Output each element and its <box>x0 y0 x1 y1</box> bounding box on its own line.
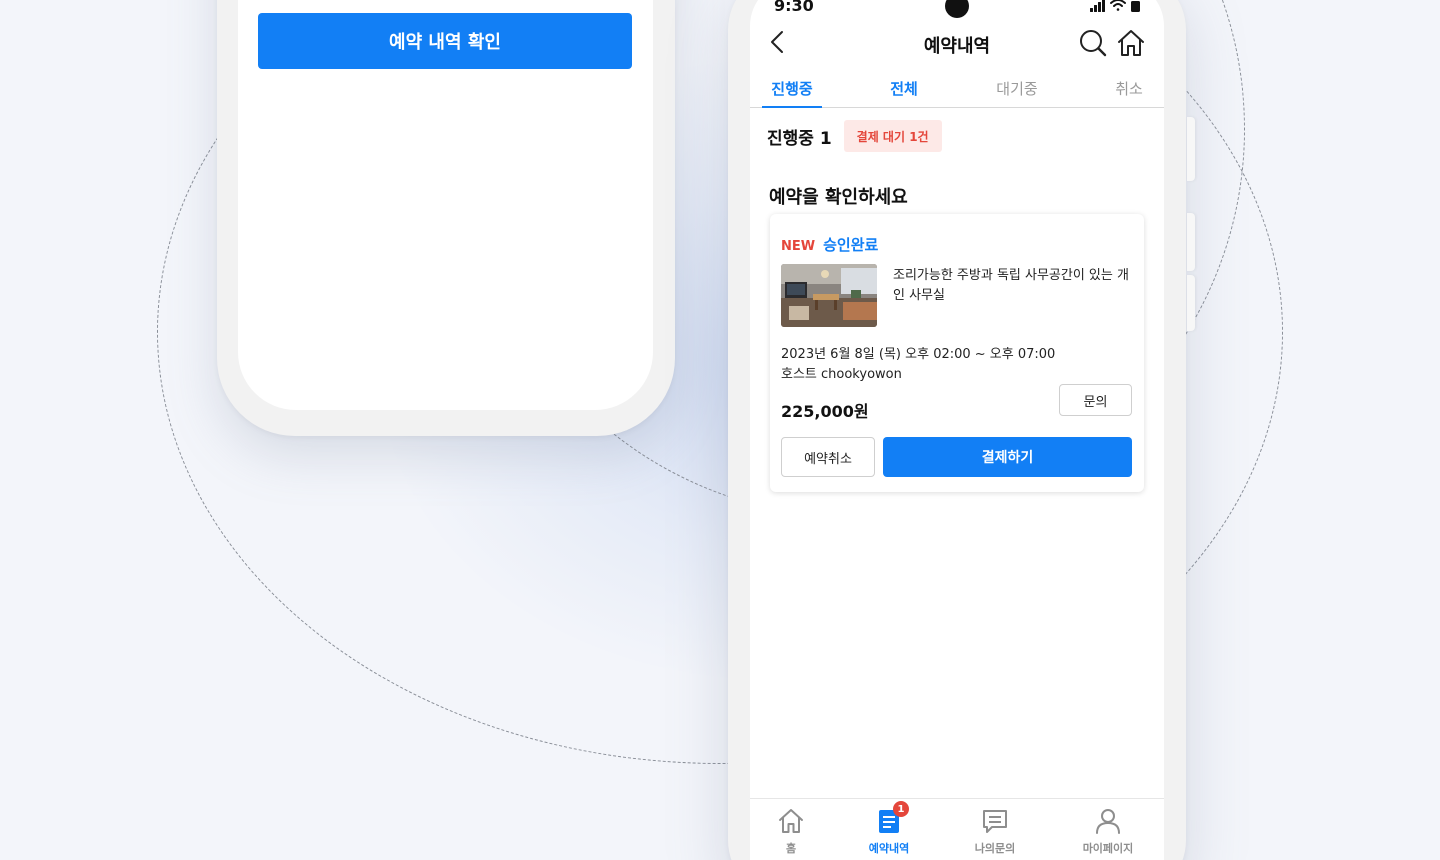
nav-my-inquiry[interactable]: 나의문의 <box>950 807 1040 856</box>
booking-history-confirm-button[interactable]: 예약 내역 확인 <box>258 13 632 69</box>
nav-booking-history[interactable]: 1 예약내역 <box>844 801 934 856</box>
status-bar: 9:30 <box>750 0 1164 20</box>
camera-notch <box>945 0 969 18</box>
nav-home[interactable]: 홈 <box>750 807 836 856</box>
booking-card: NEW 승인완료 조리가능한 주방과 독립 사무공간이 있는 개인 사무실 20 <box>770 214 1144 492</box>
new-tag: NEW <box>781 239 816 254</box>
phone-side-button <box>1187 275 1195 331</box>
space-thumbnail[interactable] <box>781 264 877 327</box>
chat-icon <box>983 810 1007 833</box>
search-icon[interactable] <box>1078 28 1108 58</box>
status-time: 9:30 <box>774 0 814 15</box>
nav-home-label: 홈 <box>785 842 797 855</box>
section-title: 예약을 확인하세요 <box>769 187 908 208</box>
notification-badge: 1 <box>893 801 909 817</box>
booking-status-row: NEW 승인완료 <box>781 234 878 255</box>
wifi-icon <box>1110 0 1126 11</box>
home-icon[interactable] <box>1116 28 1146 58</box>
battery-icon <box>1131 1 1140 12</box>
pay-button[interactable]: 결제하기 <box>883 437 1132 477</box>
phone-side-button <box>1187 213 1195 271</box>
left-phone-frame: 예약 내역 확인 <box>217 0 675 436</box>
inquiry-button[interactable]: 문의 <box>1059 384 1132 416</box>
booking-tabs: 진행중 전체 대기중 취소 <box>750 78 1164 108</box>
tab-all[interactable]: 전체 <box>874 78 934 108</box>
progress-summary: 진행중 1 결제 대기 1건 <box>767 120 942 152</box>
booking-price: 225,000원 <box>781 402 869 421</box>
nav-booking-label: 예약내역 <box>868 842 910 855</box>
host-name: 호스트 chookyowon <box>781 367 902 382</box>
nav-mypage-label: 마이페이지 <box>1082 842 1134 855</box>
nav-inquiry-label: 나의문의 <box>974 842 1016 855</box>
booking-datetime: 2023년 6월 8일 (목) 오후 02:00 ~ 오후 07:00 <box>781 347 1056 362</box>
app-header: 예약내역 <box>750 22 1164 62</box>
status-icons <box>1090 0 1140 12</box>
home-icon <box>779 809 803 833</box>
signal-icon <box>1090 0 1105 12</box>
payment-pending-badge: 결제 대기 1건 <box>843 120 942 152</box>
cancel-booking-button[interactable]: 예약취소 <box>781 437 875 477</box>
progress-count-label: 진행중 1 <box>767 128 832 149</box>
person-icon <box>1096 809 1120 834</box>
phone-screen: 9:30 예약내역 진행중 전체 대기중 취소 진행중 1 결제 대기 1건 예… <box>750 0 1164 860</box>
tab-waiting[interactable]: 대기중 <box>987 78 1047 108</box>
space-description[interactable]: 조리가능한 주방과 독립 사무공간이 있는 개인 사무실 <box>893 266 1137 306</box>
tab-in-progress[interactable]: 진행중 <box>762 78 822 108</box>
nav-my-page[interactable]: 마이페이지 <box>1063 807 1153 856</box>
tab-cancelled[interactable]: 취소 <box>1099 78 1159 108</box>
office-photo-image <box>781 264 877 327</box>
phone-side-button <box>1187 117 1195 181</box>
approval-status: 승인완료 <box>823 236 879 254</box>
bottom-navigation: 홈 1 예약내역 나의문의 마이페이지 <box>750 798 1164 860</box>
left-phone-screen: 예약 내역 확인 <box>238 0 653 410</box>
